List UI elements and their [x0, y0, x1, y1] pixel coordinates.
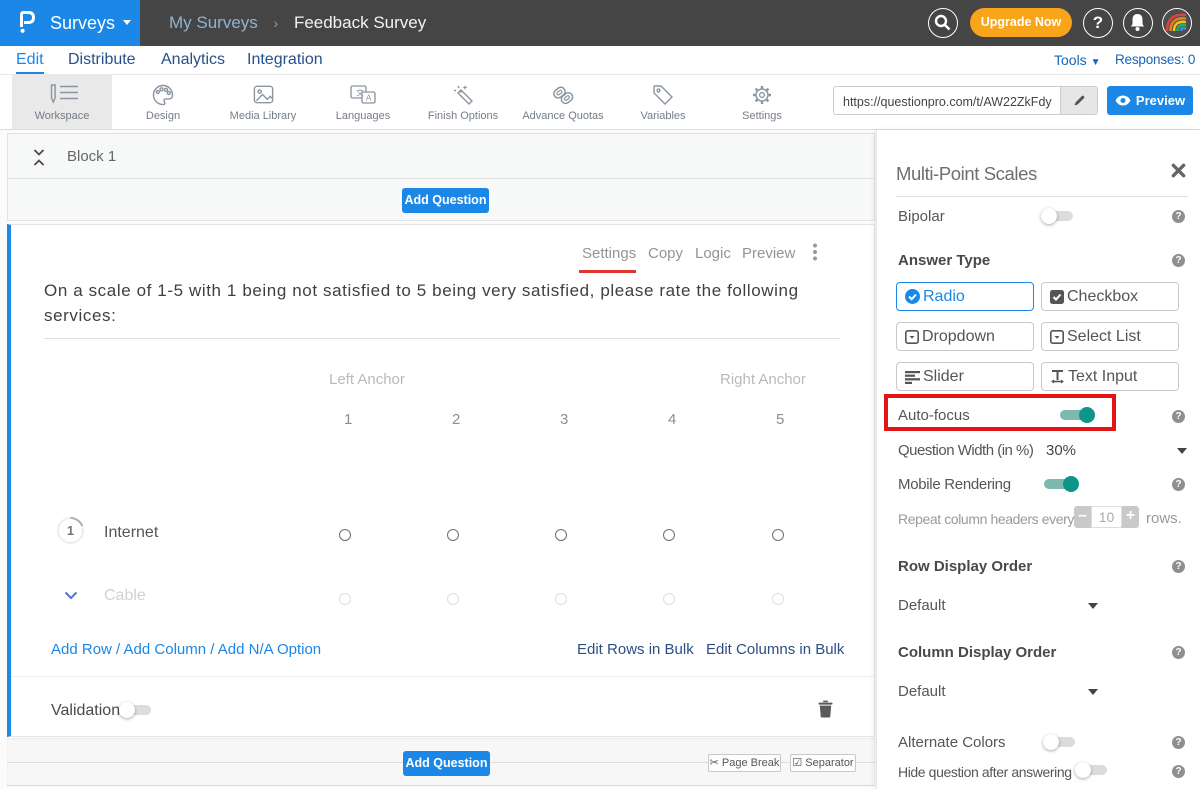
svg-text:文: 文: [356, 88, 364, 98]
svg-text:A: A: [366, 94, 372, 103]
